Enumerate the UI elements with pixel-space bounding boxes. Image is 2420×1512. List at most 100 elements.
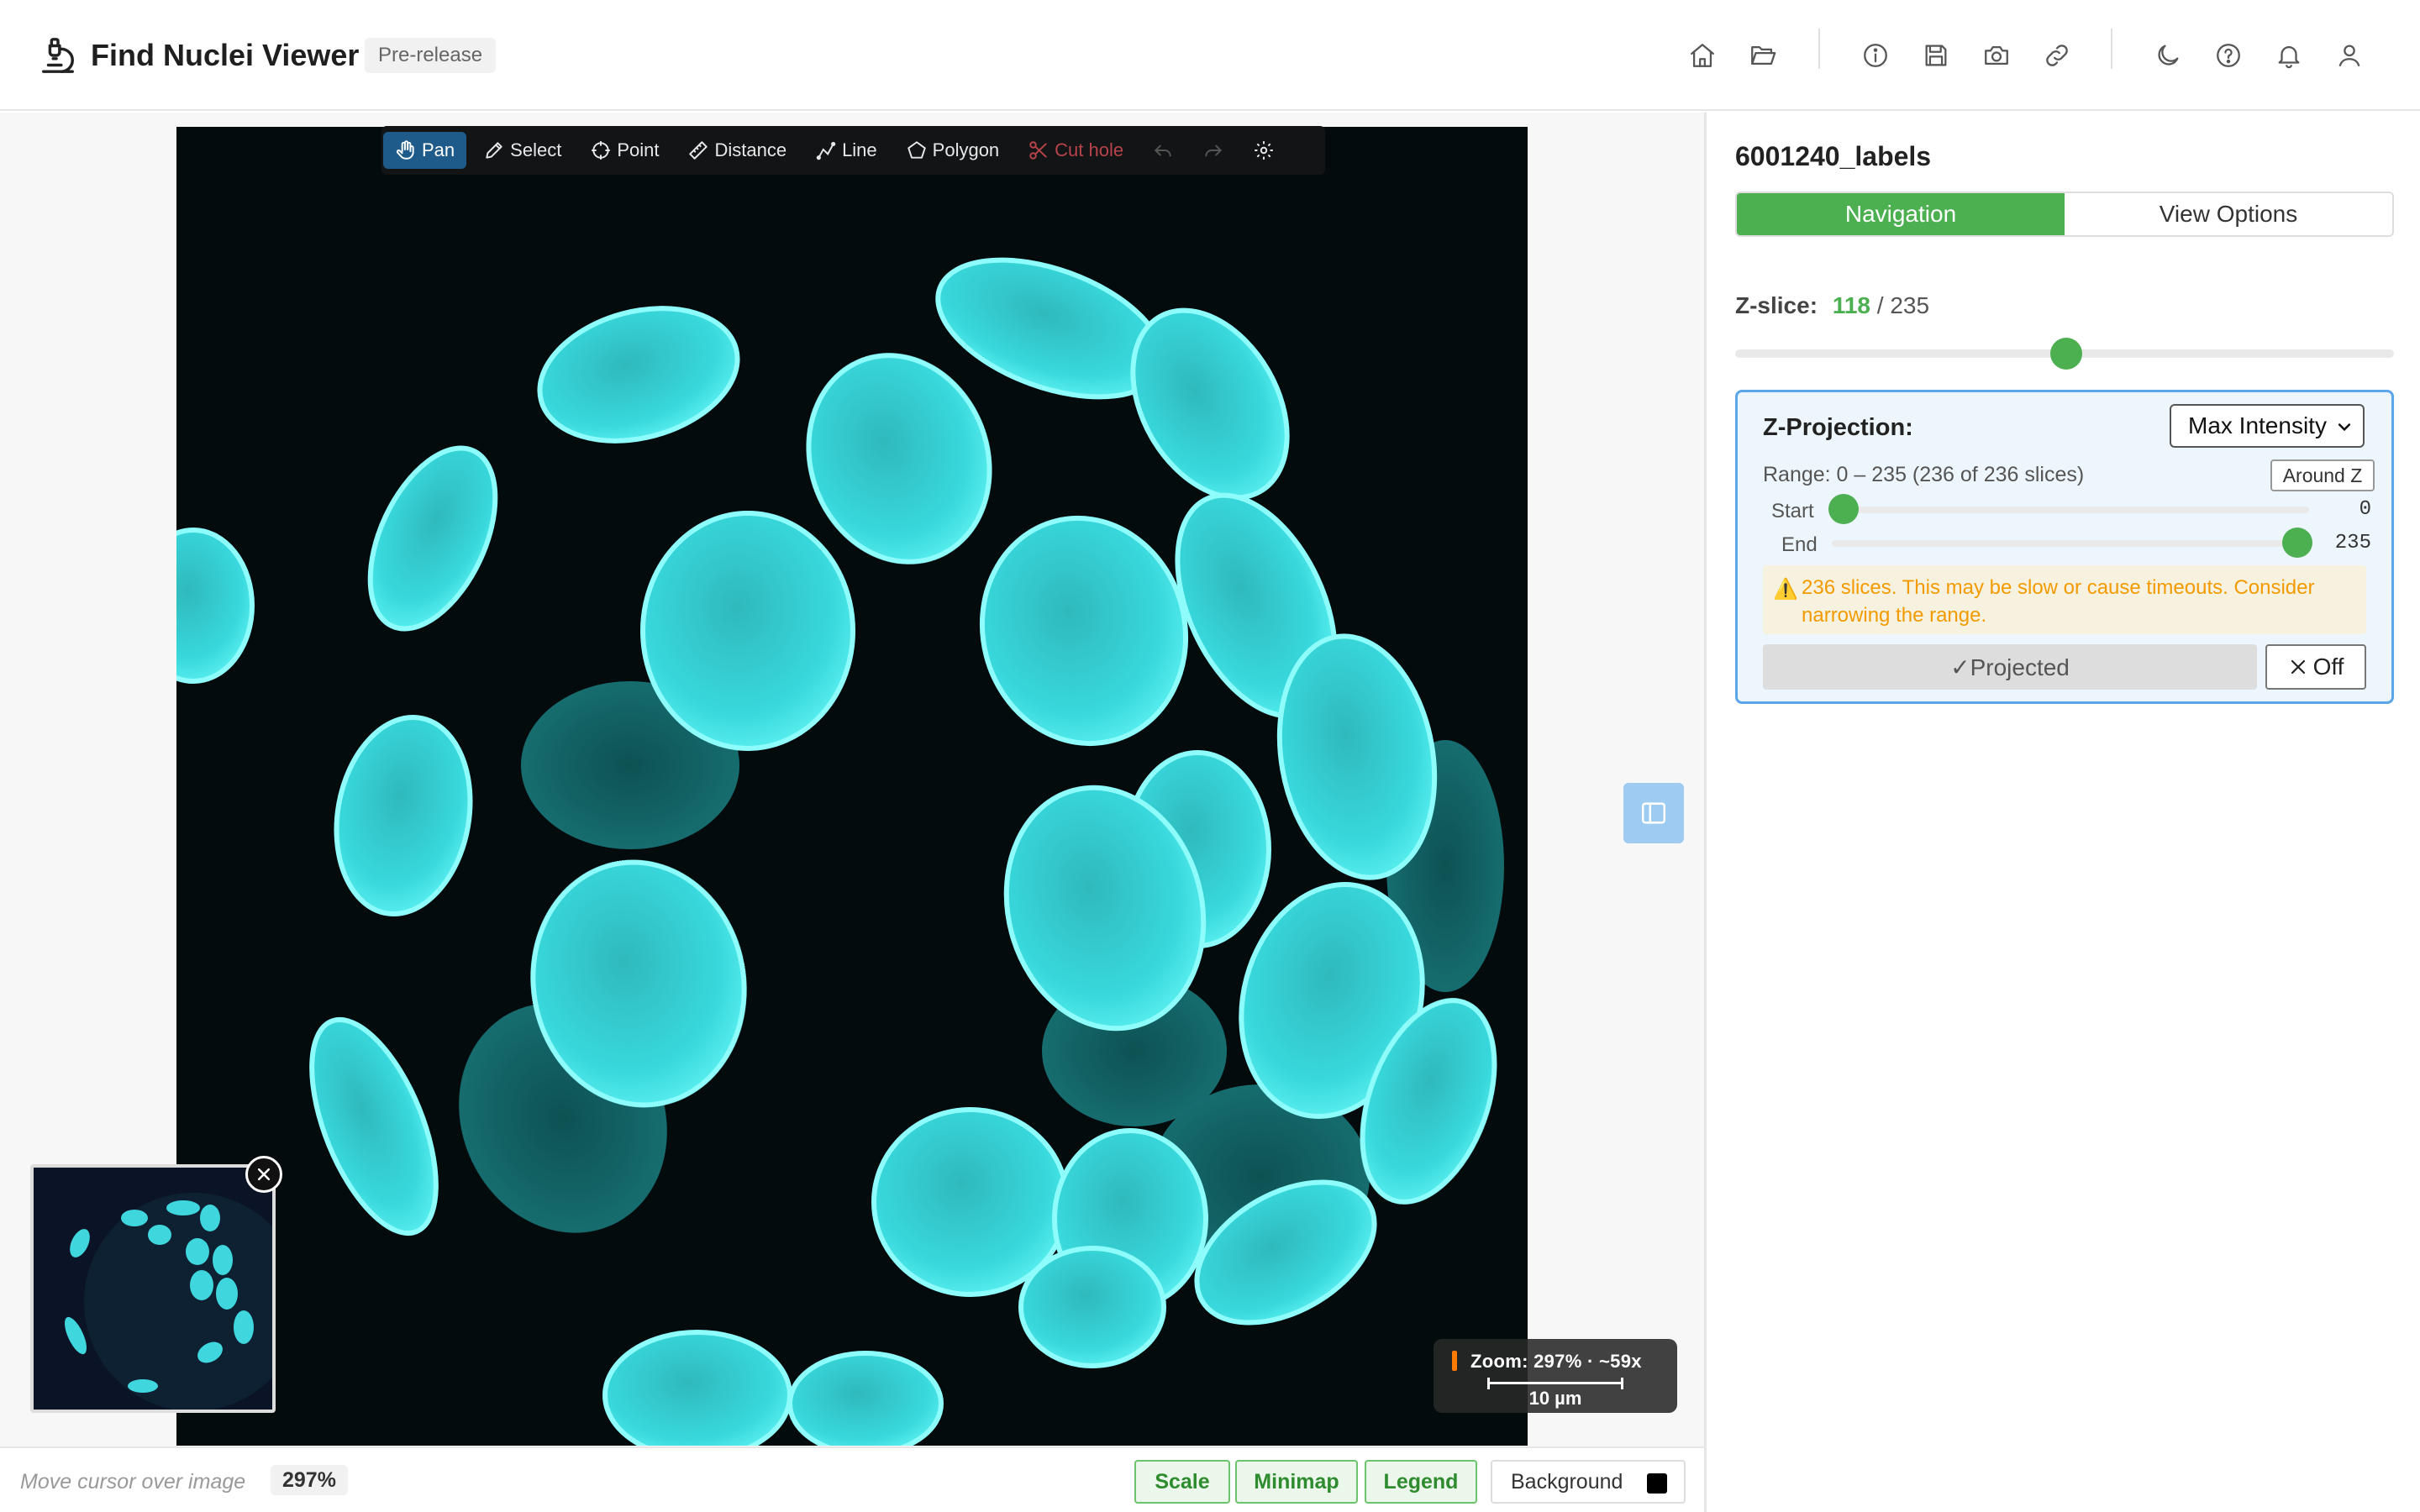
distance-tool-label: Distance <box>714 139 787 160</box>
projection-range-text: Range: 0 – 235 (236 of 236 slices) <box>1763 463 2085 486</box>
app-header: Find Nuclei Viewer Pre-release <box>0 0 2420 111</box>
polygon-tool-button[interactable]: Polygon <box>894 132 1012 169</box>
redo-button[interactable] <box>1191 132 1236 169</box>
start-slider-track[interactable] <box>1832 507 2309 513</box>
end-slider-track[interactable] <box>1832 540 2309 547</box>
close-icon <box>2291 659 2305 675</box>
info-icon <box>1864 44 1887 67</box>
zoom-percentage: 297% <box>271 1465 348 1495</box>
toolbar-settings-button[interactable] <box>1241 132 1286 169</box>
home-icon <box>1691 44 1714 67</box>
background-color-swatch <box>1647 1473 1667 1494</box>
tab-navigation[interactable]: Navigation <box>1737 193 2065 235</box>
legend-toggle-button[interactable]: Legend <box>1365 1460 1477 1504</box>
projected-button[interactable]: ✓Projected <box>1763 644 2257 690</box>
scale-toggle-button[interactable]: Scale <box>1134 1460 1230 1504</box>
microscope-icon <box>39 36 77 75</box>
zslice-label: Z-slice: <box>1735 292 1818 318</box>
zslice-total: / 235 <box>1876 292 1930 318</box>
panel-tabs: Navigation View Options <box>1735 192 2394 237</box>
slice-count-warning: ⚠️ 236 slices. This may be slow or cause… <box>1763 565 2366 634</box>
select-tool-label: Select <box>510 139 562 160</box>
sidebar-icon <box>1641 802 1666 824</box>
share-link-button[interactable] <box>2039 37 2075 74</box>
help-button[interactable] <box>2210 37 2247 74</box>
zoom-indicator-mark <box>1452 1351 1457 1371</box>
end-label: End <box>1781 533 1818 556</box>
z-projection-title: Z-Projection: <box>1763 414 1913 441</box>
polygon-tool-label: Polygon <box>932 139 1000 160</box>
pre-release-badge: Pre-release <box>365 38 497 73</box>
chevron-down-icon <box>2338 423 2351 432</box>
save-icon <box>1925 45 1947 66</box>
scale-bar-label: 10 µm <box>1528 1388 1582 1409</box>
background-button-label: Background <box>1511 1469 1623 1494</box>
point-tool-label: Point <box>617 139 660 160</box>
projection-method-select[interactable]: Max Intensity <box>2170 404 2365 448</box>
scissors-icon <box>1029 141 1047 160</box>
zslice-slider-thumb[interactable] <box>2049 338 2082 370</box>
warning-text: 236 slices. This may be slow or cause ti… <box>1802 576 2315 627</box>
close-minimap-button[interactable] <box>245 1156 282 1193</box>
background-color-button[interactable]: Background <box>1491 1460 1686 1504</box>
tab-view-options[interactable]: View Options <box>2065 193 2392 235</box>
ruler-icon <box>689 141 708 160</box>
camera-icon <box>1985 45 2008 66</box>
status-bar: Move cursor over image 297% Scale Minima… <box>0 1446 1706 1512</box>
start-label: Start <box>1771 500 1814 522</box>
close-icon <box>257 1168 271 1181</box>
hand-icon <box>396 140 414 160</box>
select-tool-button[interactable]: Select <box>471 132 573 169</box>
help-icon <box>2217 44 2240 67</box>
around-z-button[interactable]: Around Z <box>2270 459 2375 491</box>
home-button[interactable] <box>1684 37 1721 74</box>
start-value: 0 <box>2359 498 2371 521</box>
app-title: Find Nuclei Viewer <box>91 38 360 72</box>
folder-open-icon <box>1751 45 1776 66</box>
line-tool-label: Line <box>842 139 877 160</box>
start-slider-thumb[interactable] <box>1828 494 1859 524</box>
user-button[interactable] <box>2331 37 2368 74</box>
open-folder-button[interactable] <box>1744 37 1781 74</box>
dark-mode-button[interactable] <box>2149 37 2186 74</box>
header-divider <box>1818 29 1820 69</box>
toggle-panel-button[interactable] <box>1623 783 1684 843</box>
annotation-toolbar: Pan Select Point Distance Line Polygon C… <box>381 126 1325 175</box>
line-tool-button[interactable]: Line <box>803 132 889 169</box>
notifications-button[interactable] <box>2270 37 2307 74</box>
minimap[interactable] <box>30 1164 276 1413</box>
end-value: 235 <box>2334 532 2371 554</box>
settings-icon <box>1255 141 1273 160</box>
info-button[interactable] <box>1857 37 1894 74</box>
pan-tool-button[interactable]: Pan <box>383 132 467 169</box>
redo-icon <box>1205 144 1223 157</box>
link-icon <box>2046 45 2068 66</box>
cursor-position-text: Move cursor over image <box>20 1470 246 1494</box>
save-button[interactable] <box>1918 37 1954 74</box>
point-tool-button[interactable]: Point <box>578 132 671 169</box>
polyline-icon <box>816 141 836 160</box>
cut-hole-tool-button[interactable]: Cut hole <box>1016 132 1135 169</box>
projection-off-button[interactable]: Off <box>2265 644 2366 690</box>
moon-icon <box>2158 45 2179 66</box>
warning-icon: ⚠️ <box>1773 578 1798 601</box>
undo-button[interactable] <box>1140 132 1186 169</box>
microscopy-image[interactable] <box>176 127 1528 1446</box>
zoom-overlay: Zoom: 297% · ~59x 10 µm <box>1434 1339 1677 1413</box>
off-button-label: Off <box>2312 654 2344 680</box>
end-slider-thumb[interactable] <box>2282 528 2312 558</box>
undo-icon <box>1155 144 1171 157</box>
pencil-icon <box>486 142 502 159</box>
distance-tool-button[interactable]: Distance <box>676 132 798 169</box>
dataset-title: 6001240_labels <box>1735 141 1932 171</box>
zoom-overlay-text: Zoom: 297% · ~59x <box>1470 1351 1642 1372</box>
screenshot-button[interactable] <box>1978 37 2015 74</box>
projection-method-value: Max Intensity <box>2188 412 2327 438</box>
zslice-current: 118 <box>1832 292 1870 318</box>
bell-icon <box>2278 46 2300 69</box>
minimap-toggle-button[interactable]: Minimap <box>1235 1460 1358 1504</box>
side-panel: 6001240_labels Navigation View Options Z… <box>1707 113 2420 1512</box>
pan-tool-label: Pan <box>422 139 455 160</box>
pentagon-icon <box>907 141 926 159</box>
z-projection-panel: Z-Projection: Max Intensity Range: 0 – 2… <box>1735 390 2394 704</box>
